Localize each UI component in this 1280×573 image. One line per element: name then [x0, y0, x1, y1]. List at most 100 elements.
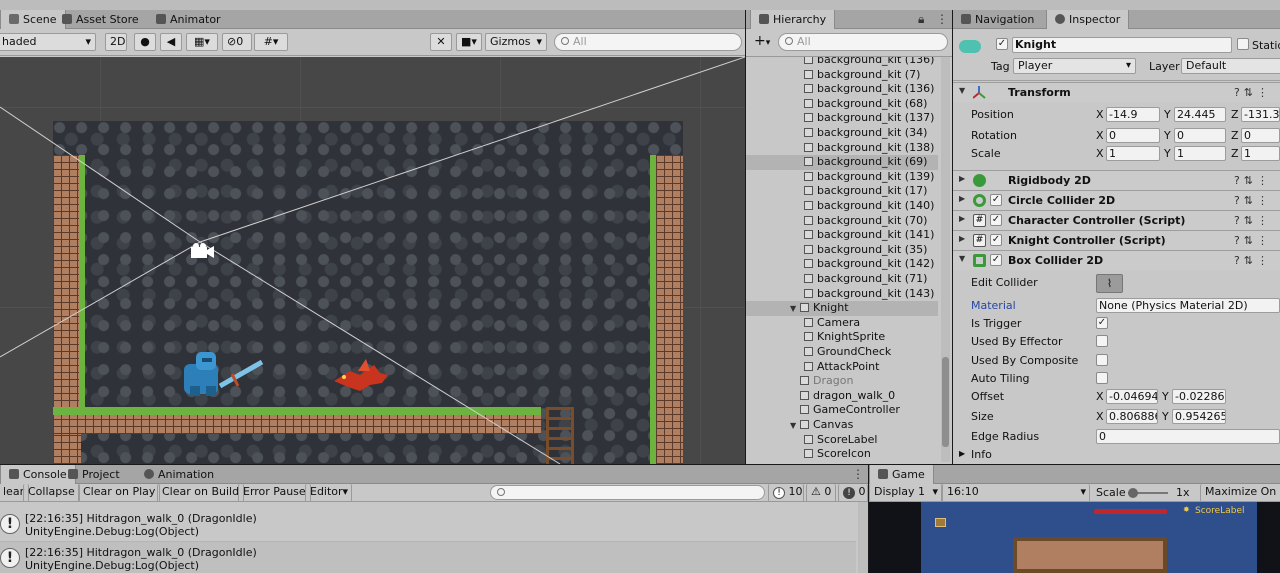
box-collider-enabled-checkbox[interactable]: ✓	[990, 254, 1002, 266]
hierarchy-item[interactable]: background_kit (137)	[746, 111, 938, 126]
hierarchy-scrollbar[interactable]	[941, 57, 950, 462]
rigidbody-2d-header[interactable]: ▶ Rigidbody 2D ?⇅⋮	[953, 170, 1280, 190]
fold-closed-icon[interactable]: ▶	[959, 214, 965, 223]
fold-closed-icon[interactable]: ▶	[959, 449, 965, 458]
log-entry[interactable]: ! [22:16:35] Hitdragon_walk_0 (DragonIdl…	[0, 508, 856, 542]
hierarchy-item[interactable]: KnightSprite	[746, 330, 938, 345]
box-collider-2d-header[interactable]: ▼ ✓ Box Collider 2D ?⇅⋮	[953, 250, 1280, 270]
info-row[interactable]: ▶ Info	[953, 445, 1280, 464]
gizmos-dropdown[interactable]: Gizmos ▾	[485, 33, 547, 51]
hierarchy-item[interactable]: dragon_walk_0	[746, 389, 938, 404]
lock-icon[interactable]: 🔒︎	[918, 10, 924, 29]
tab-animation[interactable]: Animation	[136, 465, 222, 484]
is-trigger-checkbox[interactable]: ✓	[1096, 317, 1108, 329]
hierarchy-item[interactable]: background_kit (69)	[746, 155, 938, 170]
auto-tiling-checkbox[interactable]	[1096, 372, 1108, 384]
hierarchy-item[interactable]: ScoreIcon	[746, 447, 938, 462]
hierarchy-item[interactable]: Camera	[746, 316, 938, 331]
scene-viewport[interactable]	[0, 57, 745, 464]
hierarchy-item[interactable]: ▼ Knight	[746, 301, 938, 316]
hierarchy-item[interactable]: Dragon	[746, 374, 938, 389]
knight-controller-enabled-checkbox[interactable]: ✓	[990, 234, 1002, 246]
collapse-toggle[interactable]: Collapse	[23, 484, 80, 502]
tools-button[interactable]: ✕	[430, 33, 452, 51]
audio-toggle-button[interactable]: ◀	[160, 33, 182, 51]
tab-asset-store[interactable]: Asset Store	[54, 10, 147, 29]
console-search-input[interactable]	[490, 485, 765, 500]
maximize-on-play-toggle[interactable]: Maximize On P	[1200, 484, 1280, 502]
clear-on-play-toggle[interactable]: Clear on Play	[78, 484, 161, 502]
expand-arrow-icon[interactable]: ▼	[790, 302, 800, 317]
hierarchy-item[interactable]: background_kit (136)	[746, 57, 938, 68]
offset-x-input[interactable]: -0.04694	[1106, 389, 1158, 404]
shading-mode-dropdown[interactable]: haded ▾	[0, 33, 96, 51]
hierarchy-item[interactable]: background_kit (143)	[746, 287, 938, 302]
material-field[interactable]: None (Physics Material 2D)	[1096, 298, 1280, 313]
circle-collider-2d-header[interactable]: ▶ ✓ Circle Collider 2D ?⇅⋮	[953, 190, 1280, 210]
knight-sprite[interactable]	[180, 350, 270, 400]
tab-animator[interactable]: Animator	[148, 10, 229, 29]
rotation-y-input[interactable]: 0	[1174, 128, 1226, 143]
hierarchy-item[interactable]: ▼ Canvas	[746, 418, 938, 433]
tab-project[interactable]: Project	[60, 465, 128, 484]
create-button[interactable]: +▾	[750, 33, 778, 51]
hierarchy-item[interactable]: ScoreLabel	[746, 433, 938, 448]
more-options-icon[interactable]: ⋮	[936, 10, 948, 29]
effects-dropdown[interactable]: ▦▾	[186, 33, 218, 51]
tab-hierarchy[interactable]: Hierarchy	[750, 10, 836, 29]
dragon-sprite[interactable]	[330, 357, 390, 397]
game-view[interactable]: ✸ ScoreLabel	[869, 502, 1280, 573]
fold-closed-icon[interactable]: ▶	[959, 234, 965, 243]
hierarchy-item[interactable]: GroundCheck	[746, 345, 938, 360]
hierarchy-item[interactable]: background_kit (68)	[746, 97, 938, 112]
fold-closed-icon[interactable]: ▶	[959, 194, 965, 203]
scale-z-input[interactable]: 1	[1241, 146, 1280, 161]
expand-arrow-icon[interactable]: ▼	[790, 419, 800, 434]
hierarchy-item[interactable]: background_kit (139)	[746, 170, 938, 185]
help-settings-icons[interactable]: ?⇅⋮	[1234, 254, 1272, 267]
fold-open-icon[interactable]: ▼	[959, 254, 965, 263]
log-entry[interactable]: ! [22:16:35] Hitdragon_walk_0 (DragonIdl…	[0, 542, 856, 573]
hierarchy-item[interactable]: background_kit (34)	[746, 126, 938, 141]
offset-y-input[interactable]: -0.02286	[1172, 389, 1226, 404]
hierarchy-scroll-thumb[interactable]	[942, 357, 949, 447]
hierarchy-item[interactable]: background_kit (142)	[746, 257, 938, 272]
hierarchy-search-input[interactable]: All	[778, 33, 948, 51]
object-active-checkbox[interactable]: ✓	[996, 38, 1008, 50]
hierarchy-item[interactable]: background_kit (17)	[746, 184, 938, 199]
lighting-toggle-button[interactable]: ●	[134, 33, 156, 51]
transform-header[interactable]: ▼ Transform ?⇅⋮	[953, 82, 1280, 102]
static-checkbox[interactable]	[1237, 38, 1249, 50]
position-y-input[interactable]: 24.445	[1174, 107, 1226, 122]
error-count-toggle[interactable]: ! 0	[838, 484, 868, 502]
help-settings-icons[interactable]: ?⇅⋮	[1234, 86, 1272, 99]
more-options-icon[interactable]: ⋮	[852, 465, 864, 484]
hierarchy-item[interactable]: background_kit (7)	[746, 68, 938, 83]
hierarchy-item[interactable]: background_kit (70)	[746, 214, 938, 229]
hidden-objects-toggle[interactable]: ⊘0	[222, 33, 252, 51]
2d-toggle-button[interactable]: 2D	[105, 33, 127, 51]
character-controller-header[interactable]: ▶ # ✓ Character Controller (Script) ?⇅⋮	[953, 210, 1280, 230]
knight-controller-header[interactable]: ▶ # ✓ Knight Controller (Script) ?⇅⋮	[953, 230, 1280, 250]
camera-dropdown[interactable]: ■▾	[456, 33, 482, 51]
tag-dropdown[interactable]: Player	[1013, 58, 1136, 74]
circle-collider-enabled-checkbox[interactable]: ✓	[990, 194, 1002, 206]
hierarchy-item[interactable]: background_kit (140)	[746, 199, 938, 214]
warning-count-toggle[interactable]: ⚠ 0	[806, 484, 836, 502]
gameobject-icon[interactable]	[959, 40, 981, 53]
hierarchy-item[interactable]: background_kit (138)	[746, 141, 938, 156]
fold-closed-icon[interactable]: ▶	[959, 174, 965, 183]
hierarchy-item[interactable]: ▶HealthBar	[746, 462, 938, 464]
rotation-x-input[interactable]: 0	[1106, 128, 1160, 143]
tab-game[interactable]: Game	[869, 465, 934, 484]
size-y-input[interactable]: 0.954265	[1172, 409, 1226, 424]
aspect-dropdown[interactable]: 16:10 ▾	[942, 484, 1090, 502]
console-scrollbar[interactable]	[858, 502, 868, 573]
help-settings-icons[interactable]: ?⇅⋮	[1234, 174, 1272, 187]
scale-x-input[interactable]: 1	[1106, 146, 1160, 161]
used-by-composite-checkbox[interactable]	[1096, 354, 1108, 366]
hierarchy-item[interactable]: background_kit (136)	[746, 82, 938, 97]
editor-dropdown[interactable]: Editor ▾	[305, 484, 352, 502]
help-settings-icons[interactable]: ?⇅⋮	[1234, 234, 1272, 247]
character-controller-enabled-checkbox[interactable]: ✓	[990, 214, 1002, 226]
